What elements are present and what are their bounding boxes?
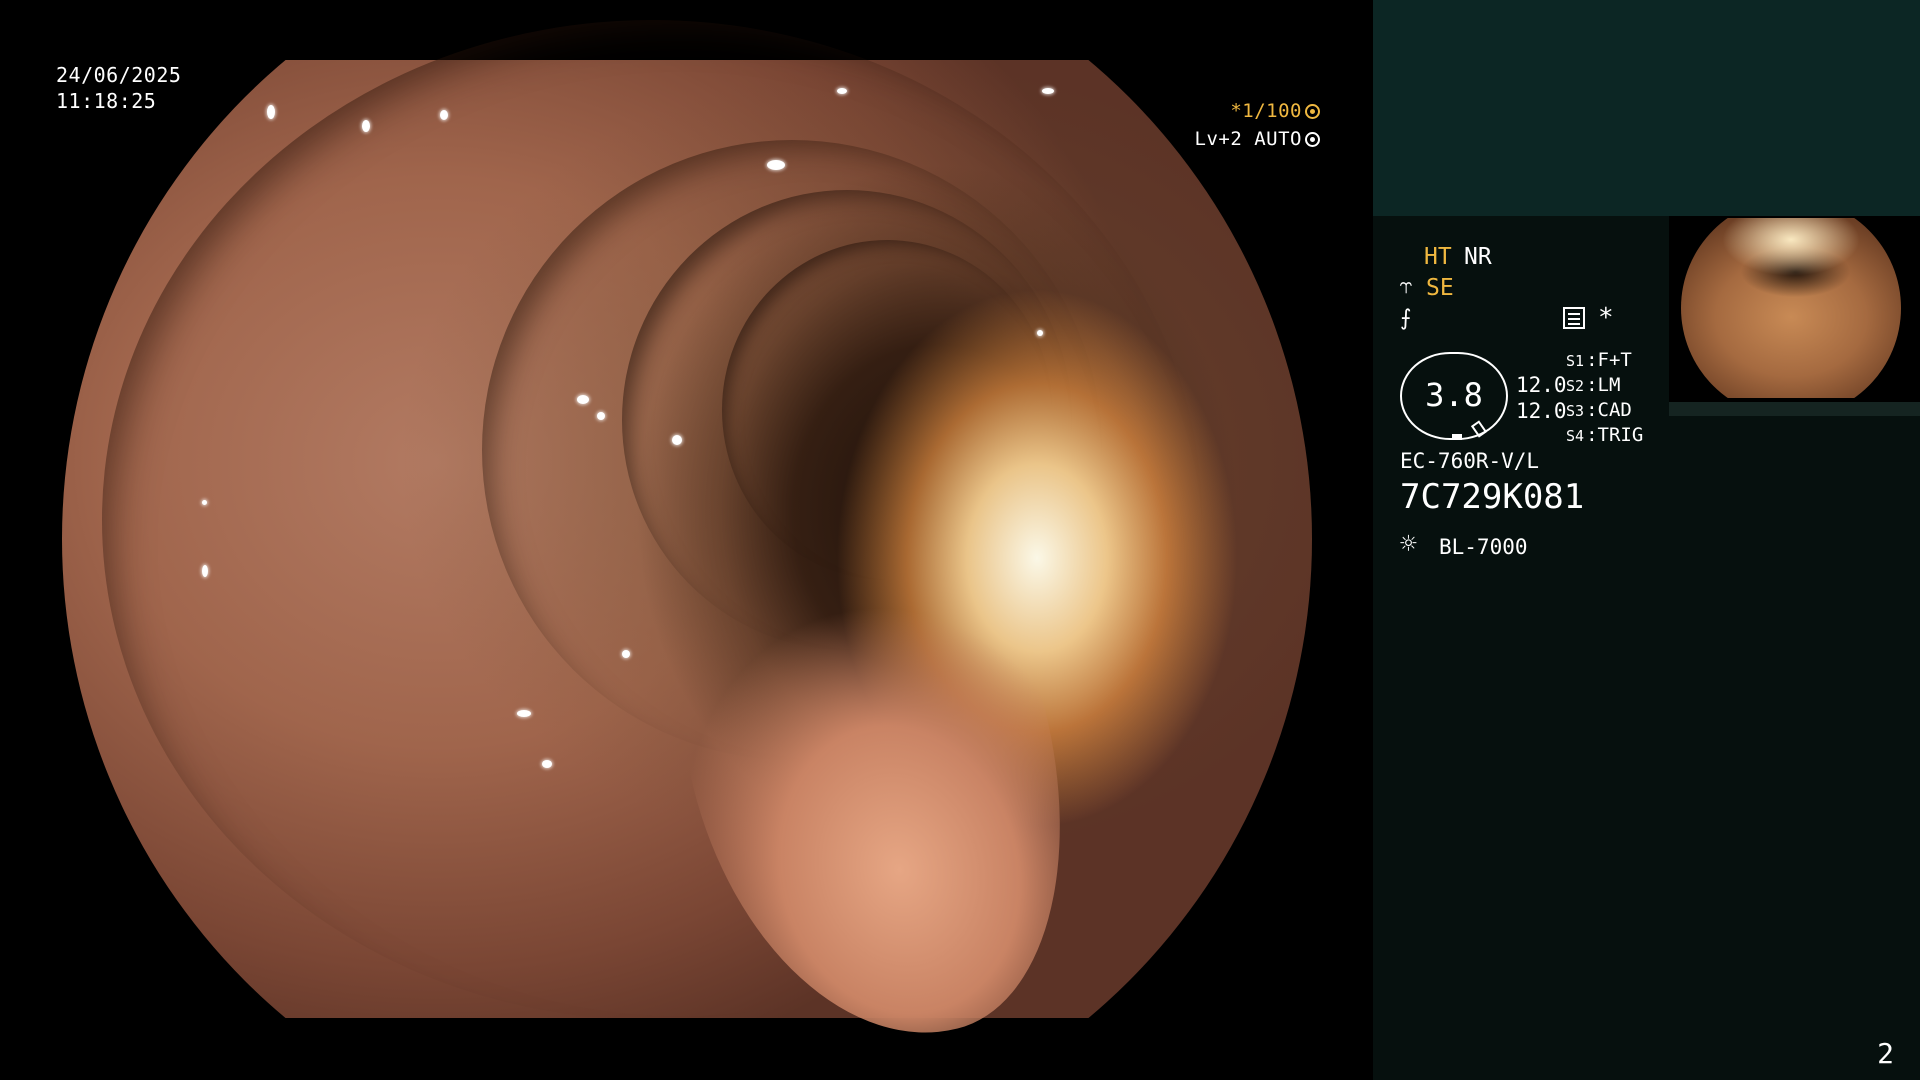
thumbnail-preview[interactable] — [1669, 216, 1920, 402]
switch-s3: S3:CAD — [1566, 399, 1632, 421]
zoom-base-mark — [1452, 434, 1462, 440]
light-reflection — [440, 110, 448, 120]
page-number: 2 — [1877, 1037, 1894, 1070]
light-reflection — [1037, 330, 1043, 336]
shutter-speed: *1/100 — [1230, 99, 1320, 123]
light-reflection — [542, 760, 552, 768]
light-reflection — [1042, 88, 1054, 94]
light-source-model: BL-7000 — [1439, 535, 1528, 559]
light-reflection — [267, 105, 275, 119]
light-reflection — [577, 395, 589, 404]
zoom-indicator: 3.8 — [1400, 352, 1508, 440]
light-source-icon: ☼ — [1400, 527, 1417, 560]
scope-model: EC-760R-V/L — [1400, 449, 1540, 473]
thumbnail-status-bar — [1669, 402, 1920, 416]
brightness-level: Lv+2 AUTO — [1195, 127, 1320, 151]
info-panel: HT NR ⥾ SE ⨍ * 3.8 12.0 12.0 S1:F+T S2:L… — [1373, 0, 1920, 1080]
light-reflection — [362, 120, 370, 132]
zoom-tilt-icon — [1470, 420, 1488, 438]
thumbnail-image — [1681, 218, 1901, 398]
switch-s1: S1:F+T — [1566, 349, 1632, 371]
mucosal-fold — [722, 240, 1052, 580]
shutter-icon — [1305, 104, 1320, 119]
setting-value-1: 12.0 — [1516, 373, 1567, 397]
light-reflection — [767, 160, 785, 170]
scope-icon: ⥾ — [1400, 274, 1413, 299]
star-marker: * — [1598, 303, 1614, 333]
switch-s2: S2:LM — [1566, 374, 1621, 396]
light-reflection — [202, 565, 208, 577]
endoscope-viewer: 24/06/2025 11:18:25 *1/100 Lv+2 AUTO — [0, 0, 1373, 1080]
scope-serial: 7C729K081 — [1400, 477, 1585, 517]
capture-date: 24/06/2025 — [56, 63, 182, 87]
panel-header-area — [1373, 0, 1920, 216]
light-reflection — [837, 88, 847, 94]
auto-iris-icon — [1305, 132, 1320, 147]
light-reflection — [517, 710, 531, 717]
menu-icon — [1563, 307, 1585, 329]
switch-s4: S4:TRIG — [1566, 424, 1644, 446]
enhance-icon: ⨍ — [1400, 306, 1412, 331]
capture-time: 11:18:25 — [56, 89, 157, 113]
endoscopic-image — [62, 60, 1312, 1077]
zoom-value: 3.8 — [1425, 376, 1483, 414]
light-reflection — [672, 435, 682, 445]
light-reflection — [597, 412, 605, 420]
nr-mode: NR — [1464, 244, 1492, 270]
ht-mode: HT — [1424, 244, 1452, 270]
setting-value-2: 12.0 — [1516, 399, 1567, 423]
se-mode: SE — [1426, 275, 1454, 301]
light-reflection — [622, 650, 630, 658]
light-reflection — [202, 500, 207, 505]
